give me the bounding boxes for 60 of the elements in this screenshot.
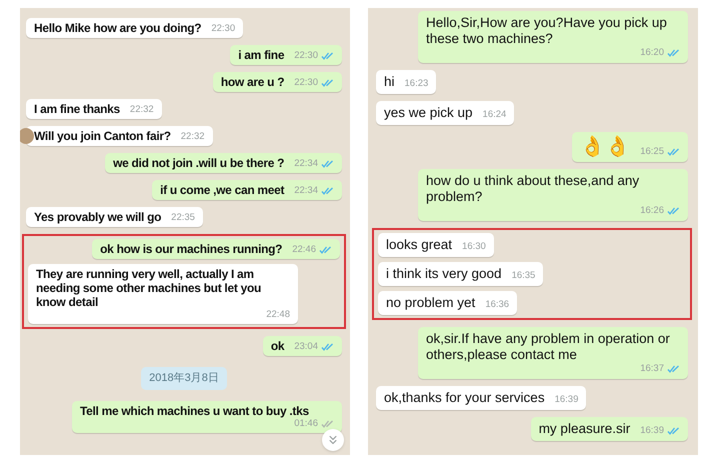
message-time: 16:24 — [482, 109, 506, 121]
message-time: 16:35 — [512, 270, 536, 282]
message-time: 16:20 — [640, 47, 664, 59]
message-text: Tell me which machines u want to buy .tks — [80, 404, 309, 418]
message-time: 22:34 — [294, 185, 318, 197]
message-time: 22:32 — [180, 131, 205, 143]
message-time: 22:48 — [266, 309, 290, 321]
message-time: 22:46 — [292, 244, 316, 256]
message-text: Hello,Sir,How are you?Have you pick up these two machines? — [426, 15, 668, 47]
message-text: how do u think about these,and any problem? — [426, 173, 640, 205]
double-check-icon — [667, 49, 680, 57]
message-text: I am fine thanks — [34, 102, 120, 116]
message-text: i think its very good — [386, 266, 502, 282]
message-time: 22:35 — [171, 212, 195, 224]
message-time: 22:30 — [211, 23, 236, 35]
message-time: 16:23 — [404, 78, 428, 90]
message-text: yes we pick up — [384, 105, 473, 121]
message-time: 16:37 — [640, 363, 664, 375]
double-check-icon — [321, 79, 334, 87]
message-text: i am fine — [238, 48, 284, 62]
message-text: Yes provably we will go — [34, 210, 162, 224]
double-check-icon — [667, 148, 680, 156]
double-check-icon — [321, 343, 334, 351]
message-time: 16:30 — [462, 241, 486, 253]
double-check-icon — [321, 160, 334, 168]
message-time: 16:36 — [485, 299, 510, 311]
message-time: 22:32 — [130, 104, 154, 116]
message-time: 16:39 — [554, 394, 578, 406]
double-check-icon — [321, 420, 334, 428]
date-chip: 2018年3月8日 — [141, 367, 227, 390]
double-check-icon — [321, 52, 334, 60]
message-time: 16:39 — [640, 425, 664, 437]
message-time: 22:34 — [294, 158, 318, 170]
message-text: They are running very well, actually I am needing some other machines but let you know detail — [36, 267, 262, 309]
message-text: Will you join Canton fair? — [34, 129, 171, 143]
message-text: hi — [384, 74, 395, 90]
message-text: my pleasure.sir — [538, 421, 630, 437]
double-check-icon — [667, 365, 680, 373]
message-text: looks great — [386, 237, 452, 253]
message-text: how are u ? — [220, 75, 284, 89]
message-text: ok,thanks for your services — [384, 390, 545, 406]
message-time: 22:30 — [294, 50, 318, 62]
message-text: we did not join .will u be there ? — [113, 156, 284, 170]
message-text: Hello Mike how are you doing? — [34, 21, 202, 35]
message-text: ok,sir.If have any problem in operation or others,please contact me — [426, 331, 671, 363]
double-check-icon — [667, 207, 680, 215]
double-check-icon — [667, 427, 680, 435]
emoji-text: 👌👌 — [580, 136, 630, 158]
message-text: ok how is our machines running? — [100, 242, 282, 256]
double-check-icon — [321, 187, 334, 195]
message-time: 01:46 — [294, 418, 318, 430]
message-text: if u come ,we can meet — [160, 183, 284, 197]
message-text: ok — [270, 339, 284, 353]
scroll-down-button[interactable] — [322, 429, 344, 451]
message-time: 23:04 — [294, 341, 318, 353]
message-time: 22:30 — [294, 77, 318, 89]
double-check-icon — [319, 246, 332, 254]
message-time: 16:25 — [640, 146, 664, 158]
message-time: 16:26 — [640, 205, 664, 217]
message-text: no problem yet — [386, 295, 476, 311]
